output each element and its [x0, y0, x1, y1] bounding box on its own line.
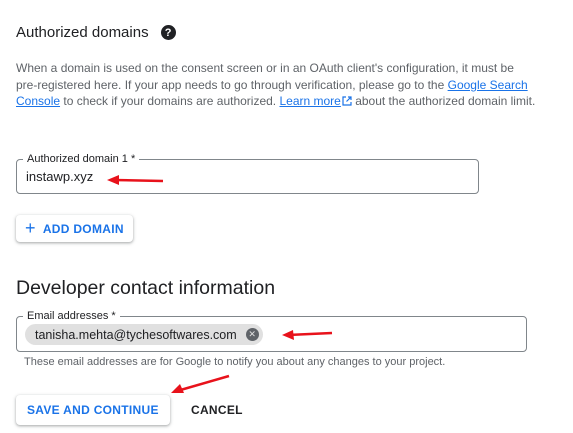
annotation-arrow-save: [171, 374, 230, 393]
cancel-button[interactable]: CANCEL: [180, 395, 254, 425]
oauth-consent-page: Authorized domains ? When a domain is us…: [0, 0, 573, 433]
description-text: to check if your domains are authorized.: [60, 94, 280, 108]
authorized-domain-1-field[interactable]: Authorized domain 1 * instawp.xyz: [16, 151, 479, 194]
email-addresses-field[interactable]: Email addresses * tanisha.mehta@tychesof…: [16, 308, 527, 352]
description-text: about the authorized domain limit.: [351, 94, 536, 108]
add-domain-button[interactable]: + ADD DOMAIN: [16, 215, 133, 242]
email-addresses-label: Email addresses *: [23, 308, 120, 324]
authorized-domain-1-input[interactable]: instawp.xyz: [26, 169, 93, 184]
help-icon[interactable]: ?: [160, 25, 176, 40]
developer-contact-title: Developer contact information: [16, 277, 276, 299]
email-chip-label: tanisha.mehta@tychesoftwares.com: [35, 327, 237, 342]
authorized-domain-1-label: Authorized domain 1 *: [23, 151, 140, 167]
save-and-continue-label: SAVE AND CONTINUE: [27, 403, 159, 417]
email-hint: These email addresses are for Google to …: [24, 356, 446, 368]
description-text: When a domain is used on the consent scr…: [16, 61, 514, 92]
learn-more-link[interactable]: Learn more: [279, 94, 340, 108]
cancel-label: CANCEL: [191, 403, 243, 417]
add-domain-label: ADD DOMAIN: [42, 221, 124, 236]
authorized-domains-description: When a domain is used on the consent scr…: [16, 60, 536, 110]
save-and-continue-button[interactable]: SAVE AND CONTINUE: [16, 395, 170, 425]
authorized-domains-title: Authorized domains: [16, 24, 149, 41]
email-chip: tanisha.mehta@tychesoftwares.com ✕: [25, 324, 263, 345]
authorized-domains-heading: Authorized domains ?: [16, 24, 176, 41]
external-link-icon: [342, 96, 352, 106]
plus-icon: +: [25, 217, 36, 238]
chip-remove-icon[interactable]: ✕: [245, 328, 259, 341]
learn-more-label: Learn more: [279, 94, 341, 108]
